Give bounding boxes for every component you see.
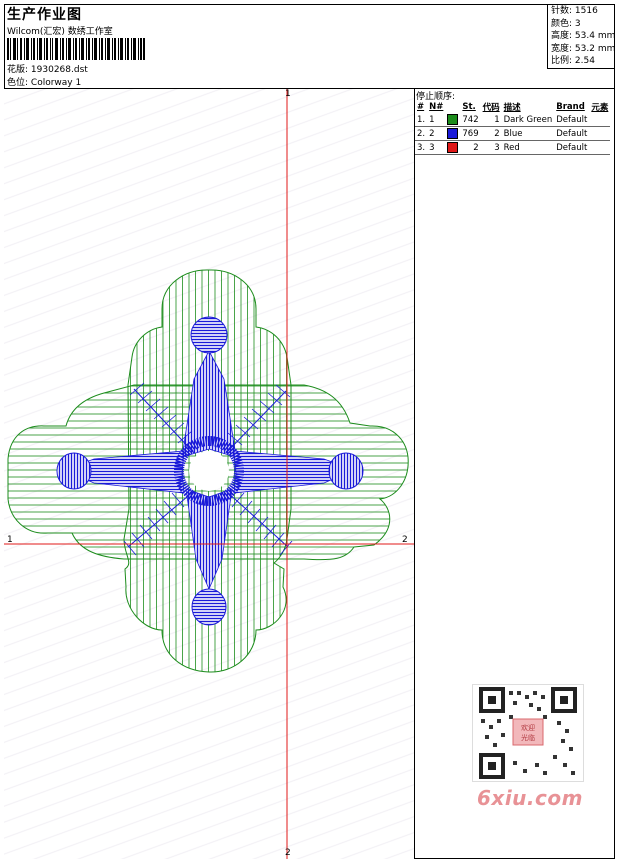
- spec-height-value: 53.4 mm: [574, 31, 616, 41]
- dot-top: [190, 316, 228, 354]
- row-index: 3.: [415, 140, 428, 155]
- col-needle: N#: [429, 101, 444, 112]
- row-stitches: 742: [460, 113, 481, 127]
- col-swatch: [445, 100, 460, 113]
- dot-left: [56, 452, 92, 490]
- qr-badge-text-top: 欢迎: [521, 723, 535, 732]
- barcode: [7, 38, 145, 60]
- spec-stitches-value: 1516: [574, 6, 598, 16]
- file-info: 花版: 1930268.dst: [7, 62, 88, 75]
- dot-right: [328, 452, 364, 490]
- color-swatch-blue: [447, 128, 459, 139]
- row-index: 2.: [415, 126, 428, 141]
- row-needle: 3: [427, 140, 446, 155]
- spec-height: 高度: 53.4 mm: [551, 30, 615, 43]
- spec-width-value: 53.2 mm: [574, 43, 616, 54]
- row-code: 3: [480, 140, 502, 155]
- spec-ratio-label: 比例:: [551, 56, 573, 66]
- page-title: 生产作业图: [7, 7, 82, 23]
- axis-label-bottom: 2: [285, 848, 291, 858]
- color-swatch-red: [447, 142, 459, 153]
- blue-star: [56, 316, 364, 626]
- table-header-row: # N# St. 代码 描述 Brand 元素: [415, 100, 610, 113]
- axis-label-left: 1: [7, 535, 13, 545]
- row-stitches: 2: [460, 140, 481, 155]
- row-element: [589, 113, 611, 127]
- row-brand: Default: [554, 140, 590, 155]
- row-desc: Red: [501, 140, 555, 155]
- row-code: 1: [480, 113, 502, 127]
- file-value: 1930268.dst: [30, 65, 88, 75]
- col-element: 元素: [591, 102, 609, 113]
- embroidery-design: [4, 89, 414, 859]
- row-index: 1.: [415, 113, 428, 127]
- row-needle: 1: [427, 113, 446, 127]
- dot-bottom: [191, 588, 227, 626]
- col-brand: Brand: [556, 101, 585, 112]
- design-preview: 1 2 1 2: [4, 89, 415, 859]
- qr-badge-text-bottom: 光临: [521, 733, 535, 742]
- row-element: [589, 126, 611, 141]
- row-desc: Dark Green: [501, 113, 555, 127]
- row-swatch: [445, 126, 461, 141]
- specs-box: 针数: 1516 颜色: 3 高度: 53.4 mm 宽度: 53.2 mm 比…: [547, 4, 615, 69]
- spec-height-label: 高度:: [551, 31, 573, 41]
- header: 生产作业图 Wilcom(汇宏) 数绣工作室 花版: 1930268.dst 色…: [4, 4, 615, 89]
- row-swatch: [445, 113, 461, 127]
- color-swatch-green: [447, 114, 459, 125]
- spec-width: 宽度: 53.2 mm: [551, 43, 615, 56]
- stop-sequence-table: # N# St. 代码 描述 Brand 元素 1. 1 742 1 Dark …: [415, 100, 611, 155]
- spec-width-label: 宽度:: [551, 43, 573, 54]
- row-brand: Default: [554, 126, 590, 141]
- col-code: 代码: [482, 102, 500, 113]
- watermark-logo: 6xiu.com: [477, 786, 583, 810]
- qr-code-icon: 欢迎 光临: [472, 684, 584, 782]
- row-stitches: 769: [460, 126, 481, 141]
- file-label: 花版:: [7, 65, 29, 75]
- spec-ratio: 比例: 2.54: [551, 55, 615, 68]
- row-brand: Default: [554, 113, 590, 127]
- colorway-label: 色位:: [7, 78, 29, 88]
- table-row: 1. 1 742 1 Dark Green Default: [415, 113, 611, 127]
- studio-name: Wilcom(汇宏) 数绣工作室: [7, 27, 113, 37]
- colorway-value: Colorway 1: [30, 78, 82, 88]
- spec-colors-label: 颜色:: [551, 18, 573, 29]
- row-needle: 2: [427, 126, 446, 141]
- axis-label-top: 1: [285, 89, 291, 99]
- spec-colors: 颜色: 3: [551, 18, 615, 31]
- spec-ratio-value: 2.54: [574, 56, 595, 66]
- spec-stitches: 针数: 1516: [551, 5, 615, 18]
- row-desc: Blue: [501, 126, 555, 141]
- spec-stitches-label: 针数:: [551, 6, 573, 16]
- table-row: 3. 3 2 3 Red Default: [415, 140, 611, 155]
- col-index: #: [417, 101, 425, 112]
- colorway-info: 色位: Colorway 1: [7, 75, 81, 88]
- spec-colors-value: 3: [574, 18, 581, 29]
- row-swatch: [445, 140, 461, 155]
- col-desc: 描述: [503, 102, 521, 113]
- col-stitches: St.: [462, 101, 476, 112]
- row-element: [589, 140, 611, 155]
- row-code: 2: [480, 126, 502, 141]
- axis-label-right: 2: [402, 535, 408, 545]
- table-row: 2. 2 769 2 Blue Default: [415, 126, 611, 141]
